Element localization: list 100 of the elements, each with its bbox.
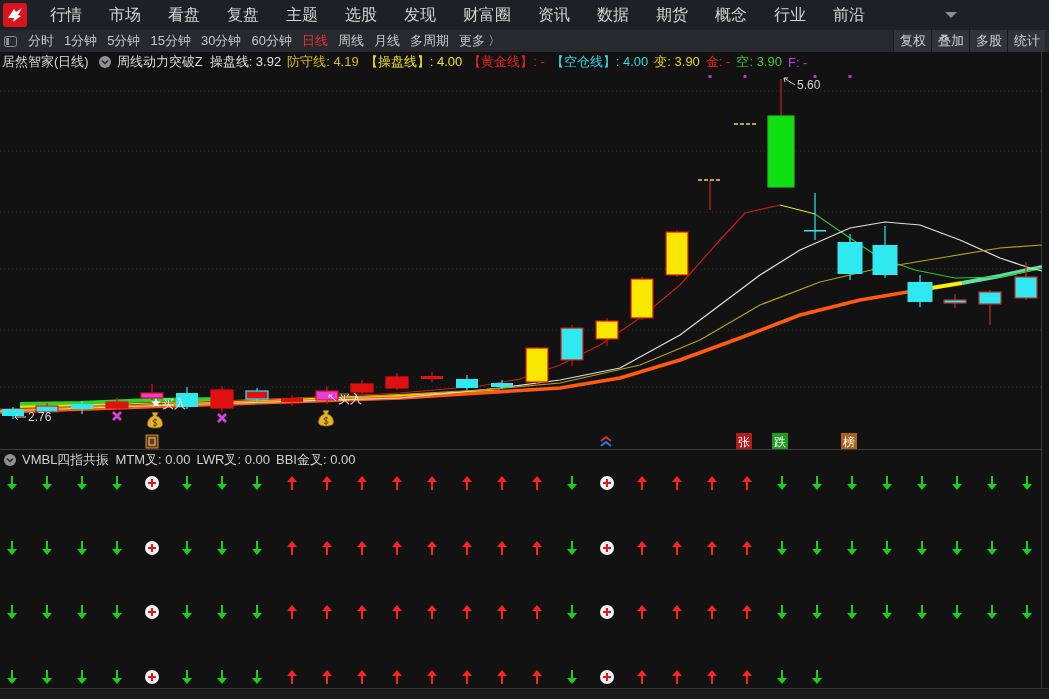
indicator-name[interactable]: VMBL四指共振	[22, 451, 110, 469]
legend-value: 【操盘线】: 4.00	[364, 53, 463, 71]
menu-item[interactable]: 发现	[404, 5, 436, 25]
arrow-icon	[328, 394, 337, 402]
down-arrow-icon	[182, 476, 192, 490]
legend-value: 防守线: 4.19	[287, 53, 359, 71]
up-arrow-icon	[462, 540, 472, 555]
candlestick	[281, 394, 303, 407]
up-arrow-icon	[532, 476, 542, 490]
menu-item[interactable]: 复盘	[227, 5, 259, 25]
menu-item[interactable]: 概念	[715, 5, 747, 25]
chevron-circle-icon[interactable]	[4, 454, 16, 466]
down-arrow-icon	[987, 605, 997, 619]
cross-mark-icon	[111, 410, 123, 422]
legend-value: 操盘线: 3.92	[209, 53, 282, 71]
down-arrow-icon	[7, 605, 17, 619]
down-arrow-icon	[1022, 540, 1032, 555]
indicator-value: MTM叉: 0.00	[115, 451, 191, 469]
candlestick	[943, 293, 967, 309]
menu-item[interactable]: 主题	[286, 5, 318, 25]
down-arrow-icon	[77, 605, 87, 619]
down-arrow-icon	[217, 605, 227, 619]
toolbar-button[interactable]: 多股	[969, 30, 1007, 52]
down-arrow-icon	[567, 540, 577, 555]
plus-circle-icon	[600, 476, 614, 490]
candlestick	[210, 385, 234, 413]
up-arrow-icon	[427, 476, 437, 490]
chevron-circle-icon[interactable]	[98, 56, 111, 68]
star-icon	[151, 398, 161, 407]
up-arrow-icon	[742, 476, 752, 490]
candlestick	[560, 324, 584, 367]
candlestick	[595, 317, 619, 347]
panel-toggle-icon[interactable]	[4, 35, 17, 47]
down-arrow-icon	[882, 476, 892, 490]
down-arrow-icon	[77, 669, 87, 684]
menu-item[interactable]: 行业	[774, 5, 806, 25]
period-tab[interactable]: 周线	[337, 32, 364, 50]
down-arrow-icon	[812, 540, 822, 555]
candlestick	[804, 192, 826, 241]
candlestick	[105, 397, 129, 411]
more-menu[interactable]: 更多 〉	[458, 32, 502, 50]
period-tab[interactable]: 日线	[301, 32, 328, 50]
down-arrow-icon	[952, 476, 962, 490]
period-tab[interactable]: 分时	[28, 32, 54, 50]
up-arrow-icon	[672, 605, 682, 619]
period-tab[interactable]: 5分钟	[107, 32, 141, 50]
nested-square-icon	[145, 434, 159, 449]
arrow-icon	[14, 413, 27, 421]
down-arrow-icon	[777, 605, 787, 619]
period-tab[interactable]: 多周期	[409, 32, 449, 50]
dot-marker-icon	[848, 75, 852, 78]
down-arrow-icon	[987, 540, 997, 555]
menu-item[interactable]: 选股	[345, 5, 377, 25]
period-tab[interactable]: 15分钟	[150, 32, 191, 50]
up-arrow-icon	[672, 476, 682, 490]
period-tab[interactable]: 30分钟	[200, 32, 242, 50]
period-tab[interactable]: 月线	[373, 32, 400, 50]
period-tab[interactable]: 1分钟	[64, 32, 98, 50]
up-arrow-icon	[392, 540, 402, 555]
up-arrow-icon	[427, 605, 437, 619]
down-arrow-icon	[7, 540, 17, 555]
down-arrow-icon	[952, 540, 962, 555]
dot-marker-icon	[743, 75, 747, 78]
down-arrow-icon	[882, 605, 892, 619]
candlestick	[907, 274, 933, 308]
down-arrow-icon	[1022, 605, 1032, 619]
cross-mark-icon	[216, 412, 228, 424]
candlestick	[630, 276, 654, 321]
indicator-name[interactable]: 周线动力突破Z	[116, 53, 203, 71]
candlestick	[2, 406, 24, 420]
menu-item[interactable]: 行情	[50, 5, 82, 25]
candlestick	[665, 229, 689, 278]
period-tab[interactable]: 60分钟	[251, 32, 292, 50]
candlestick	[872, 225, 898, 279]
legend-value: 空: 3.90	[736, 53, 782, 71]
menu-item[interactable]: 数据	[597, 5, 629, 25]
up-arrow-icon	[707, 476, 717, 490]
toolbar-button[interactable]: 复权	[893, 30, 931, 52]
logo-icon[interactable]	[3, 3, 27, 27]
up-arrow-icon	[497, 669, 507, 684]
down-arrow-icon	[217, 669, 227, 684]
menu-item[interactable]: 看盘	[168, 5, 200, 25]
up-arrow-icon	[742, 540, 752, 555]
up-arrow-icon	[287, 605, 297, 619]
caret-icon[interactable]	[945, 12, 957, 18]
menu-item[interactable]: 财富圈	[463, 5, 511, 25]
menu-item[interactable]: 前沿	[833, 5, 865, 25]
toolbar-button[interactable]: 叠加	[931, 30, 969, 52]
down-arrow-icon	[847, 540, 857, 555]
down-arrow-icon	[777, 540, 787, 555]
menu-item[interactable]: 资讯	[538, 5, 570, 25]
down-arrow-icon	[182, 540, 192, 555]
menu-item[interactable]: 期货	[656, 5, 688, 25]
up-arrow-icon	[427, 540, 437, 555]
menu-item[interactable]: 市场	[109, 5, 141, 25]
up-arrow-icon	[497, 605, 507, 619]
toolbar-button[interactable]: 统计	[1007, 30, 1045, 52]
candlestick	[978, 289, 1002, 326]
candlestick	[525, 346, 549, 386]
down-arrow-icon	[77, 476, 87, 490]
